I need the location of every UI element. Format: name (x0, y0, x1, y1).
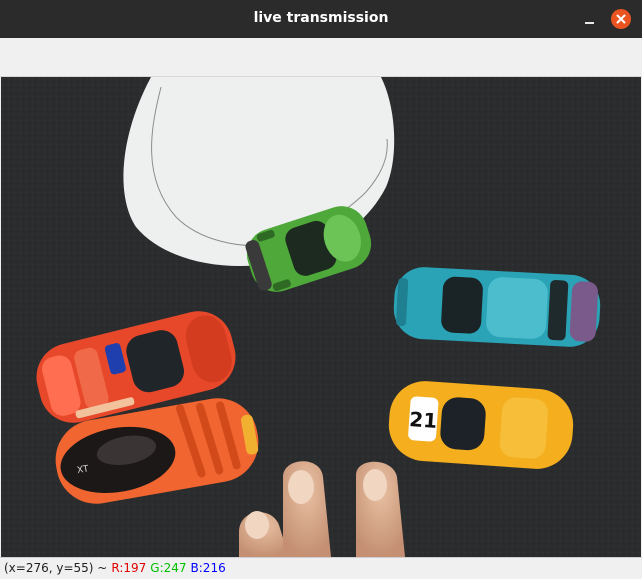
window-titlebar: live transmission (0, 0, 642, 38)
pixel-red-value: R:197 (111, 561, 147, 575)
toolbar (0, 38, 642, 77)
close-icon (616, 14, 626, 24)
yellow-car: 21 (388, 381, 574, 469)
status-bar: (x=276, y=55) ~ R:197 G:247 B:216 (0, 557, 642, 579)
yellow-car-number: 21 (408, 407, 437, 433)
cursor-coords: (x=276, y=55) ~ (4, 561, 108, 575)
minimize-button[interactable] (580, 9, 600, 29)
svg-text:XT: XT (76, 464, 90, 476)
video-frame[interactable]: XT 21 (1, 77, 641, 557)
window-title: live transmission (253, 10, 389, 26)
minimize-icon (585, 22, 594, 24)
close-button[interactable] (611, 9, 631, 29)
pixel-green-value: G:247 (150, 561, 187, 575)
blue-car (393, 267, 601, 347)
pixel-blue-value: B:216 (190, 561, 226, 575)
